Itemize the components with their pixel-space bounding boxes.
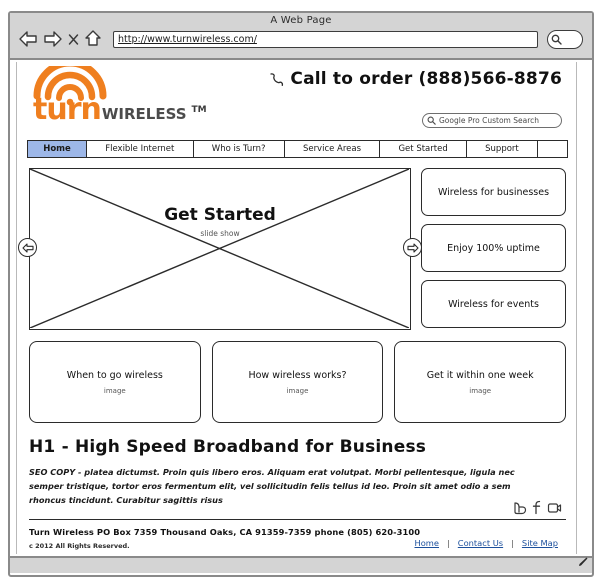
browser-status-bar [10, 556, 592, 573]
site-search-input[interactable]: Google Pro Custom Search [422, 113, 562, 128]
resize-handle-icon[interactable] [577, 553, 589, 572]
browser-search-box[interactable] [547, 30, 583, 49]
footer-link-contact-us[interactable]: Contact Us [458, 538, 503, 548]
phone-icon [270, 72, 284, 86]
nav-item-support[interactable]: Support [466, 141, 538, 157]
nav-item-who-is-turn[interactable]: Who is Turn? [193, 141, 285, 157]
footer-link-home[interactable]: Home [414, 538, 439, 548]
feature-card-get-it-within-one-week[interactable]: Get it within one week image [394, 341, 567, 423]
feature-card-how-wireless-works[interactable]: How wireless works? image [211, 341, 384, 423]
call-to-order-text: Call to order (888)566-8876 [290, 69, 562, 89]
nav-item-service-areas[interactable]: Service Areas [284, 141, 381, 157]
arrow-right-icon [406, 242, 419, 253]
hero-slideshow: Get Started slide show [18, 168, 422, 330]
nav-item-spacer [537, 141, 568, 157]
hero-title: Get Started [164, 205, 276, 225]
window-title: A Web Page [270, 15, 332, 26]
promo-box-wireless-for-events[interactable]: Wireless for events [421, 280, 566, 328]
seo-copy-paragraph: SEO COPY - platea dictumst. Proin quis l… [29, 467, 515, 505]
url-text: http://www.turnwireless.com/ [118, 34, 257, 45]
sidebar-promo-list: Wireless for businesses Enjoy 100% uptim… [421, 168, 566, 330]
facebook-icon[interactable] [532, 500, 542, 519]
main-navigation: Home Flexible Internet Who is Turn? Serv… [27, 140, 568, 158]
site-logo[interactable]: turn WIRELESS TM [33, 60, 213, 125]
home-icon[interactable] [84, 30, 102, 51]
slideshow-next-button[interactable] [403, 238, 422, 257]
browser-toolbar: A Web Page http://www.turnwireless.com/ [10, 13, 592, 60]
feature-card-title: When to go wireless [66, 369, 163, 381]
nav-item-home[interactable]: Home [27, 141, 87, 157]
page-content: Get Started slide show Wireless for busi… [17, 158, 576, 556]
footer-link-separator: | [447, 538, 450, 548]
back-arrow-icon[interactable] [18, 30, 38, 51]
slideshow-prev-button[interactable] [18, 238, 37, 257]
feature-card-title: How wireless works? [248, 369, 347, 381]
nav-item-get-started[interactable]: Get Started [380, 141, 467, 157]
feature-cards: When to go wireless image How wireless w… [29, 341, 567, 423]
close-x-icon[interactable] [68, 31, 79, 50]
browser-nav-buttons [18, 30, 102, 51]
feature-card-caption: image [469, 386, 492, 395]
site-search-placeholder: Google Pro Custom Search [439, 116, 539, 125]
website-page: turn WIRELESS TM Call to order (888)566-… [16, 60, 577, 556]
forward-arrow-icon[interactable] [43, 30, 63, 51]
arrow-left-icon [21, 242, 34, 253]
hero-image-placeholder[interactable]: Get Started slide show [29, 168, 411, 330]
search-icon [551, 34, 562, 45]
footer-links: Home | Contact Us | Site Map [414, 538, 558, 548]
page-heading: H1 - High Speed Broadband for Business [29, 437, 427, 457]
feature-card-when-to-go-wireless[interactable]: When to go wireless image [29, 341, 201, 423]
url-bar[interactable]: http://www.turnwireless.com/ [113, 31, 538, 48]
hero-caption: slide show [200, 229, 240, 238]
promo-box-wireless-for-businesses[interactable]: Wireless for businesses [421, 168, 566, 216]
placeholder-cross-icon [30, 169, 409, 328]
feature-card-title: Get it within one week [426, 369, 534, 381]
call-to-order: Call to order (888)566-8876 [269, 69, 562, 89]
twitter-icon[interactable] [513, 500, 527, 519]
footer-link-site-map[interactable]: Site Map [522, 538, 558, 548]
footer-address: Turn Wireless PO Box 7359 Thousand Oaks,… [29, 527, 421, 537]
search-icon [427, 116, 436, 125]
site-footer: Turn Wireless PO Box 7359 Thousand Oaks,… [29, 500, 566, 556]
feature-card-caption: image [286, 386, 309, 395]
logo-trademark: TM [191, 105, 207, 115]
browser-window: A Web Page http://www.turnwireless.com/ [8, 11, 594, 577]
footer-link-separator: | [511, 538, 514, 548]
hero-row: Get Started slide show Wireless for busi… [18, 168, 566, 330]
nav-item-flexible-internet[interactable]: Flexible Internet [87, 141, 194, 157]
site-header: turn WIRELESS TM Call to order (888)566-… [17, 60, 576, 140]
feature-card-caption: image [103, 386, 126, 395]
logo-word-turn: turn [33, 92, 102, 127]
promo-box-enjoy-uptime[interactable]: Enjoy 100% uptime [421, 224, 566, 272]
page-viewport: turn WIRELESS TM Call to order (888)566-… [10, 60, 592, 556]
youtube-icon[interactable] [547, 500, 562, 519]
social-links [513, 500, 562, 519]
logo-word-wireless: WIRELESS [101, 105, 187, 123]
